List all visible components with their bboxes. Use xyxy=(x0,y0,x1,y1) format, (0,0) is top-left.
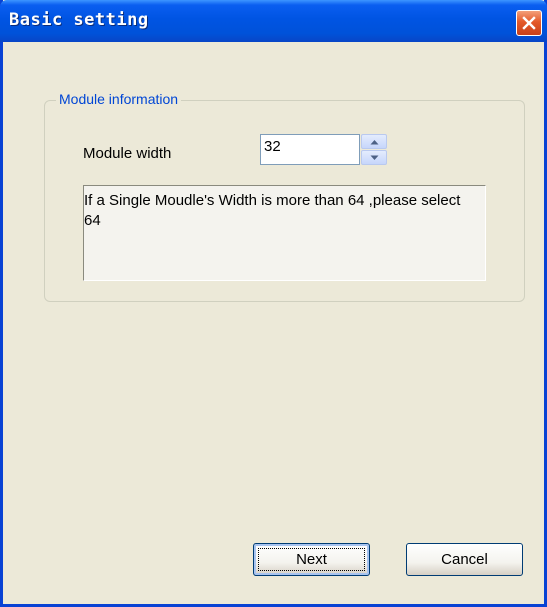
group-legend: Module information xyxy=(56,91,182,107)
cancel-button[interactable]: Cancel xyxy=(406,543,523,576)
module-width-spinner xyxy=(361,134,387,165)
info-text-box[interactable]: If a Single Moudle's Width is more than … xyxy=(83,185,486,281)
spin-up-button[interactable] xyxy=(361,134,387,149)
cancel-button-label: Cancel xyxy=(441,551,488,568)
next-button[interactable]: Next xyxy=(253,543,370,576)
spin-up-arrow-icon xyxy=(370,140,379,145)
close-button[interactable] xyxy=(516,10,542,36)
title-bar[interactable]: Basic setting xyxy=(0,0,547,42)
window-title: Basic setting xyxy=(9,10,149,30)
module-width-input[interactable]: 32 xyxy=(260,134,360,165)
module-width-label: Module width xyxy=(83,145,172,162)
basic-setting-dialog: Basic setting Module information Module … xyxy=(0,0,547,607)
spin-down-arrow-icon xyxy=(370,155,379,160)
focus-ring xyxy=(258,548,365,571)
spin-down-button[interactable] xyxy=(361,150,387,165)
close-icon xyxy=(522,16,536,30)
info-text: If a Single Moudle's Width is more than … xyxy=(84,192,461,229)
